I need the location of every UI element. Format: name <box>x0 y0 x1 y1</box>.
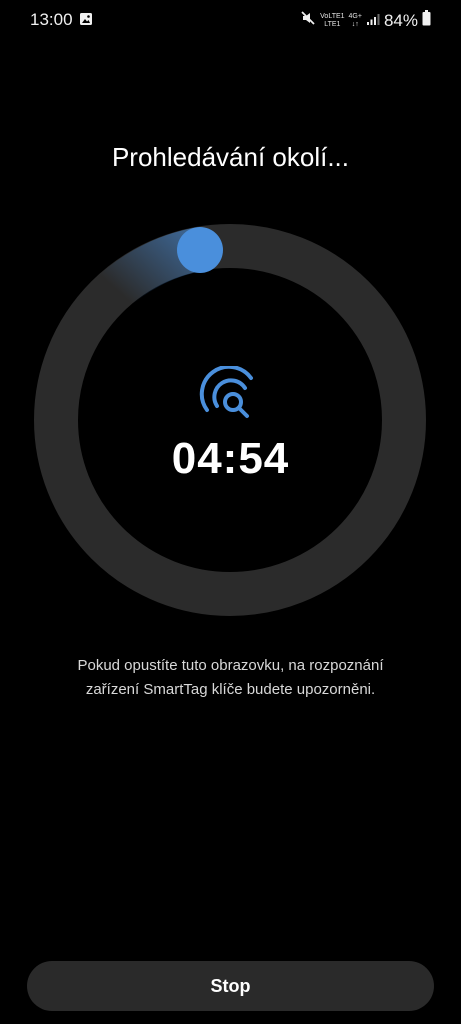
network-type-label: 4G+ ↓↑ <box>349 13 362 29</box>
mute-icon <box>300 10 316 31</box>
scan-indicator-dot <box>177 227 223 273</box>
status-bar: 13:00 VoLTE1 LTE1 4G+ ↓↑ 84% <box>0 0 461 40</box>
radar-search-icon <box>199 364 265 429</box>
status-indicators: VoLTE1 LTE1 4G+ ↓↑ 84% <box>300 10 431 31</box>
countdown-timer: 04:54 <box>171 434 290 483</box>
page-title: Prohledávání okolí... <box>111 142 350 172</box>
data-arrows-icon: ↓↑ <box>351 20 359 28</box>
info-message: Pokud opustíte tuto obrazovku, na rozpoz… <box>40 654 421 702</box>
stop-button[interactable]: Stop <box>27 961 434 1011</box>
network-type: 4G+ <box>348 12 362 20</box>
battery-icon <box>422 10 431 31</box>
volte-label: VoLTE1 LTE1 <box>320 13 344 29</box>
status-time: 13:00 <box>30 10 73 29</box>
volte-label-bottom: LTE1 <box>324 20 341 28</box>
signal-icon <box>366 11 380 31</box>
battery-percent: 84% <box>383 10 418 30</box>
volte-label-top: VoLTE1 <box>320 12 345 20</box>
info-line-1: Pokud opustíte tuto obrazovku, na rozpoz… <box>77 657 384 674</box>
info-line-2: zařízení SmartTag klíče budete upozorněn… <box>85 681 376 698</box>
gallery-icon <box>79 12 93 31</box>
